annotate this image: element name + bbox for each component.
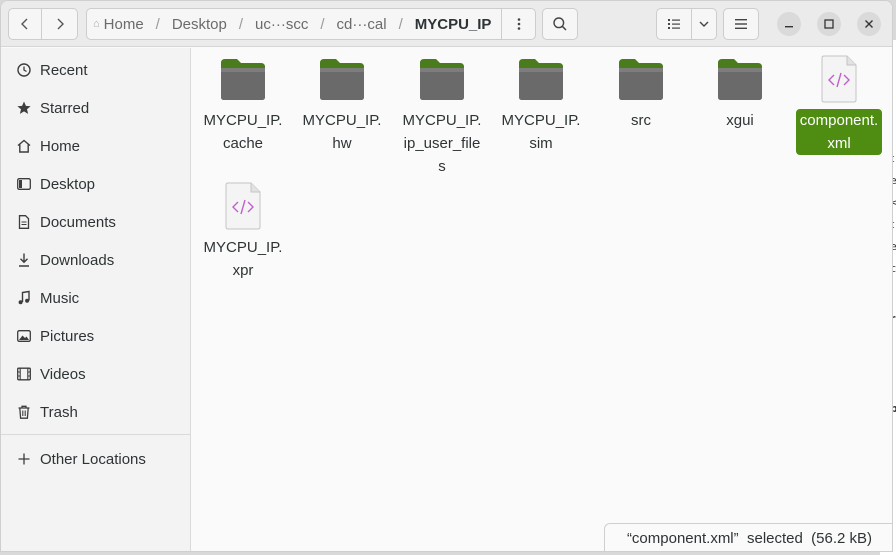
breadcrumb-home[interactable]: Home [102, 16, 146, 33]
maximize-icon [824, 19, 834, 29]
folder-item[interactable]: MYCPU_IP.ip_user_files [399, 55, 485, 178]
breadcrumb-cd-cal[interactable]: cd···cal [335, 16, 389, 33]
sidebar-item-label: Recent [40, 61, 88, 79]
home-icon [16, 138, 32, 154]
file-name: MYCPU_IP.cache [203, 112, 283, 152]
folder-item[interactable]: MYCPU_IP.hw [299, 55, 385, 155]
sidebar-item-label: Starred [40, 99, 90, 117]
file-name: MYCPU_IP.ip_user_files [402, 112, 482, 175]
sidebar-item-label: Downloads [40, 251, 115, 269]
breadcrumb-separator: / [320, 15, 325, 33]
sidebar-item-label: Desktop [40, 175, 96, 193]
sidebar-item-label: Trash [40, 403, 78, 421]
sidebar-item-starred[interactable]: Starred [1, 90, 190, 126]
chevron-left-icon [21, 18, 28, 30]
breadcrumb-separator: / [155, 15, 160, 33]
search-button[interactable] [542, 8, 578, 40]
view-options-button[interactable] [691, 8, 717, 40]
kebab-menu-icon [517, 18, 520, 30]
sidebar-item-label: Videos [40, 365, 86, 383]
main-menu-button[interactable] [723, 8, 759, 40]
folder-icon [617, 55, 665, 103]
sidebar-item-desktop[interactable]: Desktop [1, 166, 190, 202]
sidebar-item-pictures[interactable]: Pictures [1, 318, 190, 354]
sidebar-item-label: Other Locations [40, 450, 146, 468]
close-icon [865, 20, 873, 28]
sidebar-item-home[interactable]: Home [1, 128, 190, 164]
folder-item[interactable]: MYCPU_IP.cache [200, 55, 286, 155]
view-toggle-button[interactable] [656, 8, 692, 40]
sidebar-item-label: Pictures [40, 327, 95, 345]
sidebar-item-videos[interactable]: Videos [1, 356, 190, 392]
status-overlay: “component.xml” selected (56.2 kB) [604, 523, 892, 551]
folder-item[interactable]: src [598, 55, 684, 132]
clock-icon [16, 62, 32, 78]
sidebar-item-trash[interactable]: Trash [1, 394, 190, 430]
folder-item[interactable]: MYCPU_IP.sim [498, 55, 584, 155]
path-menu-button[interactable] [501, 8, 536, 40]
path-bar: ⌂ Home / Desktop / uc···scc / cd···cal /… [86, 8, 502, 40]
sidebar-item-label: Music [40, 289, 80, 307]
folder-icon [418, 55, 466, 103]
sidebar-divider [1, 434, 190, 435]
folder-item[interactable]: xgui [697, 55, 783, 132]
file-name: component.xml [796, 109, 882, 155]
folder-icon [716, 55, 764, 103]
list-view-icon [668, 19, 680, 29]
desktop-icon [16, 176, 32, 192]
video-icon [16, 366, 32, 382]
sidebar-item-label: Documents [40, 213, 116, 231]
back-button[interactable] [8, 8, 42, 40]
sidebar-item-music[interactable]: Music [1, 280, 190, 316]
trash-icon [16, 404, 32, 420]
forward-button[interactable] [41, 8, 78, 40]
download-icon [16, 252, 32, 268]
file-name: src [631, 112, 651, 129]
sidebar-item-documents[interactable]: Documents [1, 204, 190, 240]
file-item[interactable]: MYCPU_IP.xpr [200, 182, 286, 282]
star-icon [16, 100, 32, 116]
file-grid: MYCPU_IP.cache MYCPU_IP.hw MYCPU_IP.ip_u… [192, 48, 892, 551]
minimize-button[interactable] [777, 12, 801, 36]
breadcrumb-desktop[interactable]: Desktop [170, 16, 229, 33]
music-icon [16, 290, 32, 306]
xml-file-icon [815, 55, 863, 103]
file-name: MYCPU_IP.xpr [203, 239, 283, 279]
sidebar-item-other-locations[interactable]: Other Locations [1, 441, 190, 477]
close-button[interactable] [857, 12, 881, 36]
document-icon [16, 214, 32, 230]
picture-icon [16, 328, 32, 344]
file-item-selected[interactable]: component.xml [796, 55, 882, 155]
breadcrumb-separator: / [238, 15, 244, 33]
breadcrumb-uc-scc[interactable]: uc···scc [253, 16, 310, 33]
file-name: MYCPU_IP.hw [302, 112, 382, 152]
hamburger-icon [735, 19, 747, 29]
sidebar-item-recent[interactable]: Recent [1, 52, 190, 88]
sidebar: Recent Starred Home Desktop Documents Do… [1, 48, 191, 551]
breadcrumb-current[interactable]: MYCPU_IP [413, 16, 494, 33]
file-name: MYCPU_IP.sim [501, 112, 581, 152]
home-icon: ⌂ [93, 18, 100, 30]
minimize-icon [785, 26, 793, 28]
maximize-button[interactable] [817, 12, 841, 36]
file-name: xgui [726, 112, 754, 129]
folder-icon [219, 55, 267, 103]
folder-icon [517, 55, 565, 103]
sidebar-item-label: Home [40, 137, 81, 155]
header-bar: ⌂ Home / Desktop / uc···scc / cd···cal /… [1, 1, 892, 47]
sidebar-item-downloads[interactable]: Downloads [1, 242, 190, 278]
xml-file-icon [219, 182, 267, 230]
chevron-right-icon [57, 18, 64, 30]
file-manager-window: ⌂ Home / Desktop / uc···scc / cd···cal /… [0, 0, 893, 552]
breadcrumb-separator: / [398, 15, 403, 33]
folder-icon [318, 55, 366, 103]
search-icon [553, 17, 567, 31]
plus-icon [16, 451, 32, 467]
chevron-down-icon [699, 21, 709, 27]
